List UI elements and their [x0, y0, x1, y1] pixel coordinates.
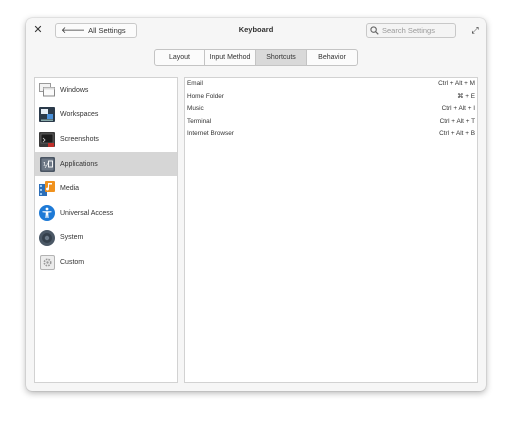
system-icon: [39, 229, 55, 246]
shortcut-keys[interactable]: Ctrl + Alt + I: [442, 103, 475, 116]
sidebar-item-media[interactable]: Media: [35, 176, 177, 201]
search-field[interactable]: [366, 23, 456, 38]
shortcut-row[interactable]: Home Folder ⌘ + E: [185, 91, 477, 104]
sidebar-item-screenshots[interactable]: Screenshots: [35, 127, 177, 152]
mode-tabs: Layout Input Method Shortcuts Behavior: [154, 49, 358, 66]
sidebar-item-label: Screenshots: [60, 135, 99, 143]
sidebar-item-label: Windows: [60, 86, 89, 94]
page-title: Keyboard: [238, 25, 274, 34]
media-icon: [39, 181, 55, 197]
workspaces-icon: [39, 107, 55, 123]
close-icon[interactable]: ✕: [32, 24, 44, 36]
shortcut-name: Terminal: [187, 117, 212, 125]
back-arrow-icon: 🡐: [61, 25, 86, 35]
all-settings-label: All Settings: [88, 26, 126, 35]
shortcut-name: Home Folder: [187, 92, 224, 100]
custom-icon: [39, 254, 55, 270]
shortcut-list: Email Ctrl + Alt + M Home Folder ⌘ + E M…: [185, 78, 477, 141]
shortcut-name: Music: [187, 105, 204, 113]
shortcut-name: Internet Browser: [187, 130, 234, 138]
sidebar-item-windows[interactable]: Windows: [35, 78, 177, 103]
sidebar-item-label: System: [60, 234, 84, 242]
sidebar-item-label: Applications: [60, 160, 98, 168]
shortcut-row[interactable]: Internet Browser Ctrl + Alt + B: [185, 128, 477, 141]
applications-icon: ⅟: [39, 156, 55, 172]
tab-shortcuts[interactable]: Shortcuts: [256, 50, 307, 65]
sidebar-item-applications[interactable]: ⅟ Applications: [35, 151, 177, 177]
maximize-icon[interactable]: ⤢: [469, 24, 481, 36]
tab-layout[interactable]: Layout: [155, 50, 205, 65]
search-icon: [370, 26, 379, 35]
sidebar-item-label: Media: [60, 185, 80, 193]
shortcuts-panel: Email Ctrl + Alt + M Home Folder ⌘ + E M…: [184, 77, 478, 383]
search-input[interactable]: [379, 26, 452, 35]
shortcut-row[interactable]: Email Ctrl + Alt + M: [185, 78, 477, 91]
universal-access-icon: [39, 205, 55, 222]
shortcut-keys[interactable]: ⌘ + E: [457, 91, 475, 104]
sidebar-item-universal-access[interactable]: Universal Access: [35, 201, 177, 226]
sidebar-item-custom[interactable]: Custom: [35, 250, 177, 275]
shortcut-row[interactable]: Music Ctrl + Alt + I: [185, 103, 477, 116]
sidebar-item-system[interactable]: System: [35, 226, 177, 251]
shortcut-name: Email: [187, 80, 203, 87]
category-sidebar: Windows Workspaces Screenshots ⅟ Applica…: [34, 77, 178, 383]
windows-icon: [39, 82, 55, 98]
shortcut-keys[interactable]: Ctrl + Alt + B: [439, 128, 475, 141]
tab-behavior[interactable]: Behavior: [307, 50, 357, 65]
header-bar: ✕ 🡐 All Settings Keyboard ⤢: [26, 18, 486, 44]
all-settings-button[interactable]: 🡐 All Settings: [55, 23, 137, 38]
sidebar-item-label: Custom: [60, 258, 85, 266]
settings-window: ✕ 🡐 All Settings Keyboard ⤢ Layout Input…: [26, 18, 486, 391]
sidebar-item-label: Workspaces: [60, 111, 99, 119]
shortcut-keys[interactable]: Ctrl + Alt + M: [438, 78, 475, 91]
shortcut-keys[interactable]: Ctrl + Alt + T: [440, 116, 475, 129]
tab-input-method[interactable]: Input Method: [205, 50, 256, 65]
sidebar-item-workspaces[interactable]: Workspaces: [35, 103, 177, 128]
screenshots-icon: [39, 131, 55, 147]
sidebar-item-label: Universal Access: [60, 209, 114, 217]
shortcut-row[interactable]: Terminal Ctrl + Alt + T: [185, 116, 477, 129]
